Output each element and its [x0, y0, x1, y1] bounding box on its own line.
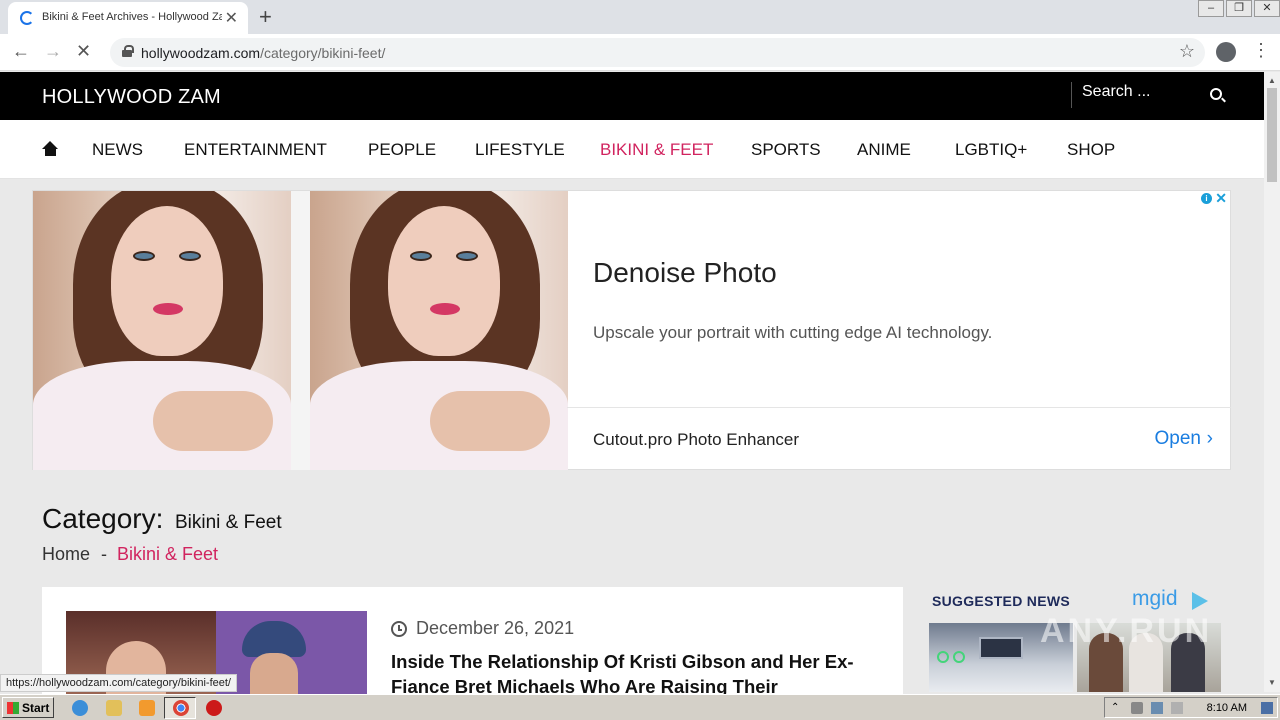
breadcrumb-separator: - — [101, 544, 107, 564]
site-search — [1071, 82, 1241, 108]
show-desktop-icon[interactable] — [1261, 702, 1273, 714]
taskbar: Start ⌃ 8:10 AM — [0, 694, 1280, 720]
ad-image-right[interactable] — [310, 191, 568, 470]
clock-icon — [391, 621, 407, 637]
nav-item-sports[interactable]: SPORTS — [751, 140, 821, 160]
article-date: December 26, 2021 — [416, 618, 575, 638]
volume-icon[interactable] — [1131, 702, 1143, 714]
ad-description: Upscale your portrait with cutting edge … — [593, 323, 993, 342]
close-tab-icon[interactable]: ✕ — [225, 8, 238, 28]
start-button[interactable]: Start — [2, 697, 54, 718]
opera-icon[interactable] — [206, 700, 222, 716]
nav-item-lifestyle[interactable]: LIFESTYLE — [475, 140, 565, 160]
address-toolbar: ← → ✕ hollywoodzam.com/category/bikini-f… — [0, 34, 1280, 71]
folder-icon[interactable] — [106, 700, 122, 716]
ad-open-button[interactable]: Open — [1155, 428, 1201, 450]
close-window-button[interactable]: ✕ — [1254, 0, 1280, 17]
tray-expand-icon[interactable]: ⌃ — [1111, 702, 1123, 714]
new-tab-button[interactable]: + — [259, 4, 272, 30]
scroll-down-icon[interactable]: ▼ — [1268, 678, 1276, 687]
mgid-logo[interactable]: mgid — [1132, 587, 1178, 611]
ie-icon[interactable] — [72, 700, 88, 716]
profile-avatar-icon[interactable] — [1216, 42, 1236, 62]
browser-tab-bar: Bikini & Feet Archives - Hollywood Zam ✕… — [0, 0, 1280, 34]
url-path: /category/bikini-feet/ — [260, 45, 386, 61]
url-host: hollywoodzam.com — [141, 45, 261, 61]
url-text[interactable]: hollywoodzam.com/category/bikini-feet/ — [141, 45, 385, 61]
stop-loading-icon[interactable]: ✕ — [76, 41, 91, 62]
mgid-play-icon[interactable] — [1192, 592, 1208, 610]
category-name: Bikini & Feet — [175, 512, 282, 533]
category-label: Category: — [42, 503, 164, 534]
loading-spinner-icon — [20, 11, 34, 25]
chevron-right-icon[interactable]: › — [1207, 428, 1213, 450]
nav-item-anime[interactable]: ANIME — [857, 140, 911, 160]
breadcrumb-current: Bikini & Feet — [117, 544, 219, 564]
breadcrumb-home[interactable]: Home — [42, 544, 90, 565]
tab-title: Bikini & Feet Archives - Hollywood Zam — [42, 11, 222, 23]
chrome-taskbar-button[interactable] — [164, 697, 196, 719]
browser-tab[interactable]: Bikini & Feet Archives - Hollywood Zam ✕ — [8, 2, 248, 34]
ad-advertiser[interactable]: Cutout.pro Photo Enhancer — [593, 430, 799, 450]
start-label: Start — [22, 701, 50, 715]
address-bar[interactable]: hollywoodzam.com/category/bikini-feet/ ☆ — [110, 38, 1205, 67]
nav-item-lgbtiq[interactable]: LGBTIQ+ — [955, 140, 1027, 160]
forward-arrow-icon[interactable]: → — [44, 41, 62, 62]
back-arrow-icon[interactable]: ← — [12, 41, 30, 62]
scroll-up-icon[interactable]: ▲ — [1268, 76, 1276, 85]
flag-icon[interactable] — [1171, 702, 1183, 714]
menu-kebab-icon[interactable]: ⋮ — [1252, 40, 1270, 61]
search-icon[interactable] — [1210, 88, 1222, 100]
page-scrollbar[interactable]: ▲ ▼ — [1264, 72, 1280, 692]
network-icon[interactable] — [1151, 702, 1163, 714]
ad-image-left[interactable] — [33, 191, 291, 470]
main-nav: NEWS ENTERTAINMENT PEOPLE LIFESTYLE BIKI… — [0, 120, 1264, 179]
site-header: HOLLYWOOD ZAM — [0, 72, 1264, 120]
status-url: https://hollywoodzam.com/category/bikini… — [0, 674, 237, 692]
bookmark-star-icon[interactable]: ☆ — [1179, 41, 1195, 62]
nav-item-news[interactable]: NEWS — [92, 140, 143, 160]
minimize-button[interactable]: – — [1198, 0, 1224, 17]
scroll-thumb[interactable] — [1267, 88, 1277, 182]
search-input[interactable] — [1082, 83, 1192, 101]
ad-close-icon[interactable]: ✕ — [1215, 190, 1227, 207]
window-controls: – ❐ ✕ — [1196, 0, 1280, 18]
system-tray: ⌃ 8:10 AM — [1104, 697, 1278, 718]
nav-item-people[interactable]: PEOPLE — [368, 140, 436, 160]
media-player-icon[interactable] — [139, 700, 155, 716]
nav-item-shop[interactable]: SHOP — [1067, 140, 1115, 160]
site-logo[interactable]: HOLLYWOOD ZAM — [42, 86, 221, 109]
suggested-news-heading: SUGGESTED NEWS — [932, 593, 1070, 609]
ad-title[interactable]: Denoise Photo — [593, 257, 777, 289]
windows-flag-icon — [7, 702, 19, 714]
watermark-logo: ANY.RUN — [1040, 612, 1213, 650]
ad-banner[interactable]: Denoise Photo Upscale your portrait with… — [32, 190, 1231, 470]
ad-footer: Cutout.pro Photo Enhancer Open › — [567, 407, 1231, 470]
taskbar-clock[interactable]: 8:10 AM — [1207, 702, 1247, 714]
chrome-icon — [173, 700, 189, 716]
restore-button[interactable]: ❐ — [1226, 0, 1252, 17]
nav-item-entertainment[interactable]: ENTERTAINMENT — [184, 140, 327, 160]
ad-info-icon[interactable]: i — [1201, 193, 1212, 204]
lock-icon[interactable] — [122, 45, 134, 58]
nav-item-bikini-feet[interactable]: BIKINI & FEET — [600, 140, 713, 160]
ad-image-divider — [291, 191, 310, 470]
home-icon[interactable] — [42, 141, 59, 156]
